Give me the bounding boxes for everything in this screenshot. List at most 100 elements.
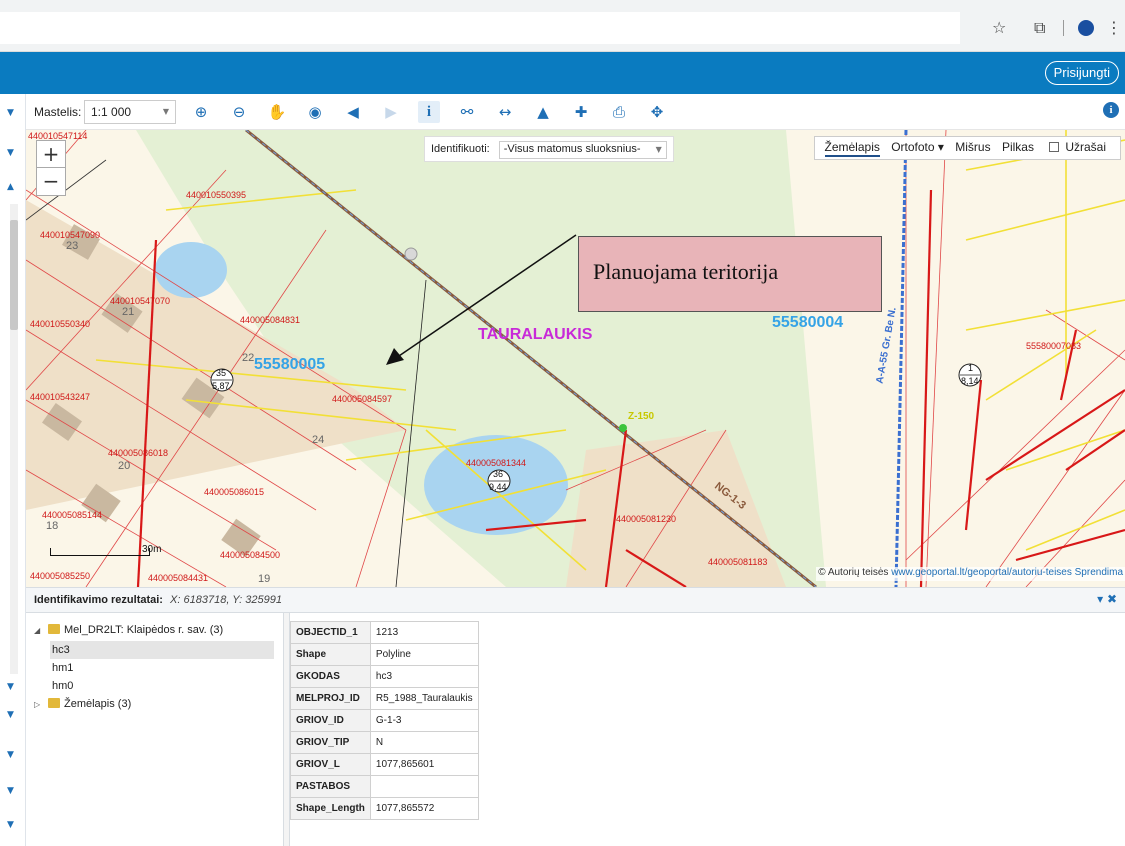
parcel-label: 440005086015 xyxy=(204,487,265,497)
address-bar[interactable] xyxy=(0,12,960,44)
place-name: TAURALAUKIS xyxy=(478,326,593,343)
previous-extent-icon[interactable]: ◀ xyxy=(342,101,364,123)
parcel-label: 440010550395 xyxy=(186,190,247,200)
attribute-value xyxy=(369,775,479,798)
attribute-key: OBJECTID_1 xyxy=(290,621,371,644)
notes-toggle[interactable]: Užrašai xyxy=(1045,140,1110,154)
collapse-arrow-icon[interactable]: ▼ xyxy=(7,682,14,692)
expand-icon[interactable]: ▷ xyxy=(34,696,48,714)
parcel-label: 440010547070 xyxy=(110,296,171,306)
parcel-label: 440010550340 xyxy=(30,319,91,329)
basemap-option[interactable]: Žemėlapis xyxy=(824,140,880,157)
locate-icon[interactable]: ✥ xyxy=(646,101,668,123)
circle-label-bottom: 5,87 xyxy=(212,381,230,391)
attribute-row: GRIOV_ID G-1-3 xyxy=(290,709,479,732)
lot-number: 23 xyxy=(66,240,79,252)
tree-node-hm0[interactable]: hm0 xyxy=(52,677,73,695)
collapse-arrow-icon[interactable]: ▼ xyxy=(7,820,14,830)
menu-dots-icon[interactable]: ⋮ xyxy=(1106,18,1122,37)
attribute-value: 1077,865572 xyxy=(369,797,479,820)
add-data-icon[interactable]: ✚ xyxy=(570,101,592,123)
scale-label: Mastelis: xyxy=(34,105,82,119)
point-label: Z-150 xyxy=(628,411,655,422)
results-header: Identifikavimo rezultatai: X: 6183718, Y… xyxy=(26,587,1125,613)
next-extent-icon[interactable]: ▶ xyxy=(380,101,402,123)
attribute-value: N xyxy=(369,731,479,754)
parcel-label: 55580007083 xyxy=(1026,341,1082,351)
collapse-arrow-icon[interactable]: ▼ xyxy=(7,148,14,158)
scale-bar-label: 30m xyxy=(142,544,162,555)
attribute-row: Shape_Length 1077,865572 xyxy=(290,797,479,820)
circle-label-bottom: 9,44 xyxy=(489,482,507,492)
attribute-row: MELPROJ_ID R5_1988_Tauralaukis xyxy=(290,687,479,710)
results-controls: ▾ ✖ xyxy=(1097,592,1117,606)
tree-node-root[interactable]: ◢ Mel_DR2LT: Klaipėdos r. sav. (3) xyxy=(34,621,223,639)
basemap-option[interactable]: Mišrus xyxy=(955,140,990,154)
collapse-arrow-icon[interactable]: ▼ xyxy=(7,750,14,760)
lake xyxy=(155,242,227,298)
basemap-switcher: Žemėlapis Ortofoto ▾ Mišrus Pilkas Užraš… xyxy=(813,136,1121,160)
expand-arrow-icon[interactable]: ▲ xyxy=(7,182,14,192)
close-icon[interactable]: ✖ xyxy=(1107,592,1117,606)
scale-bar xyxy=(50,548,150,556)
collapse-arrow-icon[interactable]: ▼ xyxy=(7,710,14,720)
collapse-arrow-icon[interactable]: ▼ xyxy=(7,108,14,118)
tree-node-hc3[interactable]: hc3 xyxy=(50,641,274,659)
lot-number: 18 xyxy=(46,520,59,532)
expand-icon[interactable]: ◢ xyxy=(34,622,48,640)
scale-select[interactable]: 1:1 000 ▼ xyxy=(84,100,176,124)
login-button[interactable]: Prisijungti xyxy=(1044,61,1119,85)
attribute-row: GKODAS hc3 xyxy=(290,665,479,688)
basemap-option[interactable]: Ortofoto ▾ xyxy=(891,140,944,154)
print-icon[interactable]: ⎙ xyxy=(608,101,630,123)
left-panel-strip: ▼ ▼ ▲ ▼ ▼ ▼ ▼ ▼ xyxy=(0,94,26,846)
tree-node-hm1[interactable]: hm1 xyxy=(52,659,73,677)
attribute-value: 1213 xyxy=(369,621,479,644)
scale-value: 1:1 000 xyxy=(91,105,132,119)
checkbox[interactable] xyxy=(1049,142,1060,152)
extensions-icon[interactable]: ⧉ xyxy=(1034,18,1045,38)
attribute-row: GRIOV_TIP N xyxy=(290,731,479,754)
pan-icon[interactable]: ✋ xyxy=(266,101,288,123)
attribute-key: GRIOV_TIP xyxy=(290,731,371,754)
parcel-label: 440010543247 xyxy=(30,392,91,402)
chevron-down-icon: ▼ xyxy=(655,145,662,154)
lot-number: 21 xyxy=(122,306,135,318)
info-icon[interactable]: i xyxy=(1103,102,1119,118)
parcel-label: 440005085144 xyxy=(42,510,103,520)
attribution-link[interactable]: Sprendima xyxy=(1075,567,1123,578)
attribute-row: OBJECTID_1 1213 xyxy=(290,621,479,644)
chevron-down-icon: ▼ xyxy=(162,107,169,116)
marker-icon xyxy=(404,247,418,261)
basemap-option[interactable]: Pilkas xyxy=(1002,140,1034,154)
profile-icon[interactable]: ▲ xyxy=(532,101,554,123)
scrollbar-thumb[interactable] xyxy=(10,220,18,330)
folder-icon xyxy=(48,698,60,708)
circle-label-bottom: 8,14 xyxy=(961,376,979,386)
measure-area-icon[interactable]: ⚯ xyxy=(456,101,478,123)
collapse-arrow-icon[interactable]: ▼ xyxy=(7,786,14,796)
zoom-minus-button[interactable]: − xyxy=(37,168,65,195)
attribute-key: PASTABOS xyxy=(290,775,371,798)
profile-avatar[interactable] xyxy=(1078,20,1094,36)
results-tree: ◢ Mel_DR2LT: Klaipėdos r. sav. (3) hc3 hm… xyxy=(26,613,284,846)
zoom-out-icon[interactable]: ⊖ xyxy=(228,101,250,123)
app-header: Prisijungti xyxy=(0,52,1125,94)
measure-distance-icon[interactable]: ↔ xyxy=(494,101,516,123)
full-extent-icon[interactable]: ◉ xyxy=(304,101,326,123)
tree-node-zemelapis[interactable]: ▷ Žemėlapis (3) xyxy=(34,695,131,713)
zoom-in-icon[interactable]: ⊕ xyxy=(190,101,212,123)
attribute-key: Shape xyxy=(290,643,371,666)
zoom-plus-button[interactable]: + xyxy=(37,141,65,168)
collapse-icon[interactable]: ▾ xyxy=(1097,592,1103,606)
attribute-row: Shape Polyline xyxy=(290,643,479,666)
road-a-a-55 xyxy=(894,130,908,587)
star-icon[interactable]: ☆ xyxy=(992,18,1006,37)
map-toolbar: Mastelis: 1:1 000 ▼ ⊕ ⊖ ✋ ◉ ◀ ▶ i ⚯ ↔ ▲ … xyxy=(26,94,1125,130)
map-view[interactable]: 35 5,87 36 9,44 1 8,14 440010547114 4400… xyxy=(26,130,1125,587)
circle-label-top: 1 xyxy=(968,363,974,373)
attribute-key: GRIOV_L xyxy=(290,753,371,776)
attribution-link[interactable]: www.geoportal.lt/geoportal/autoriu-teise… xyxy=(891,567,1072,578)
identify-icon[interactable]: i xyxy=(418,101,440,123)
identify-select[interactable]: -Visus matomus sluoksnius- ▼ xyxy=(498,141,667,159)
